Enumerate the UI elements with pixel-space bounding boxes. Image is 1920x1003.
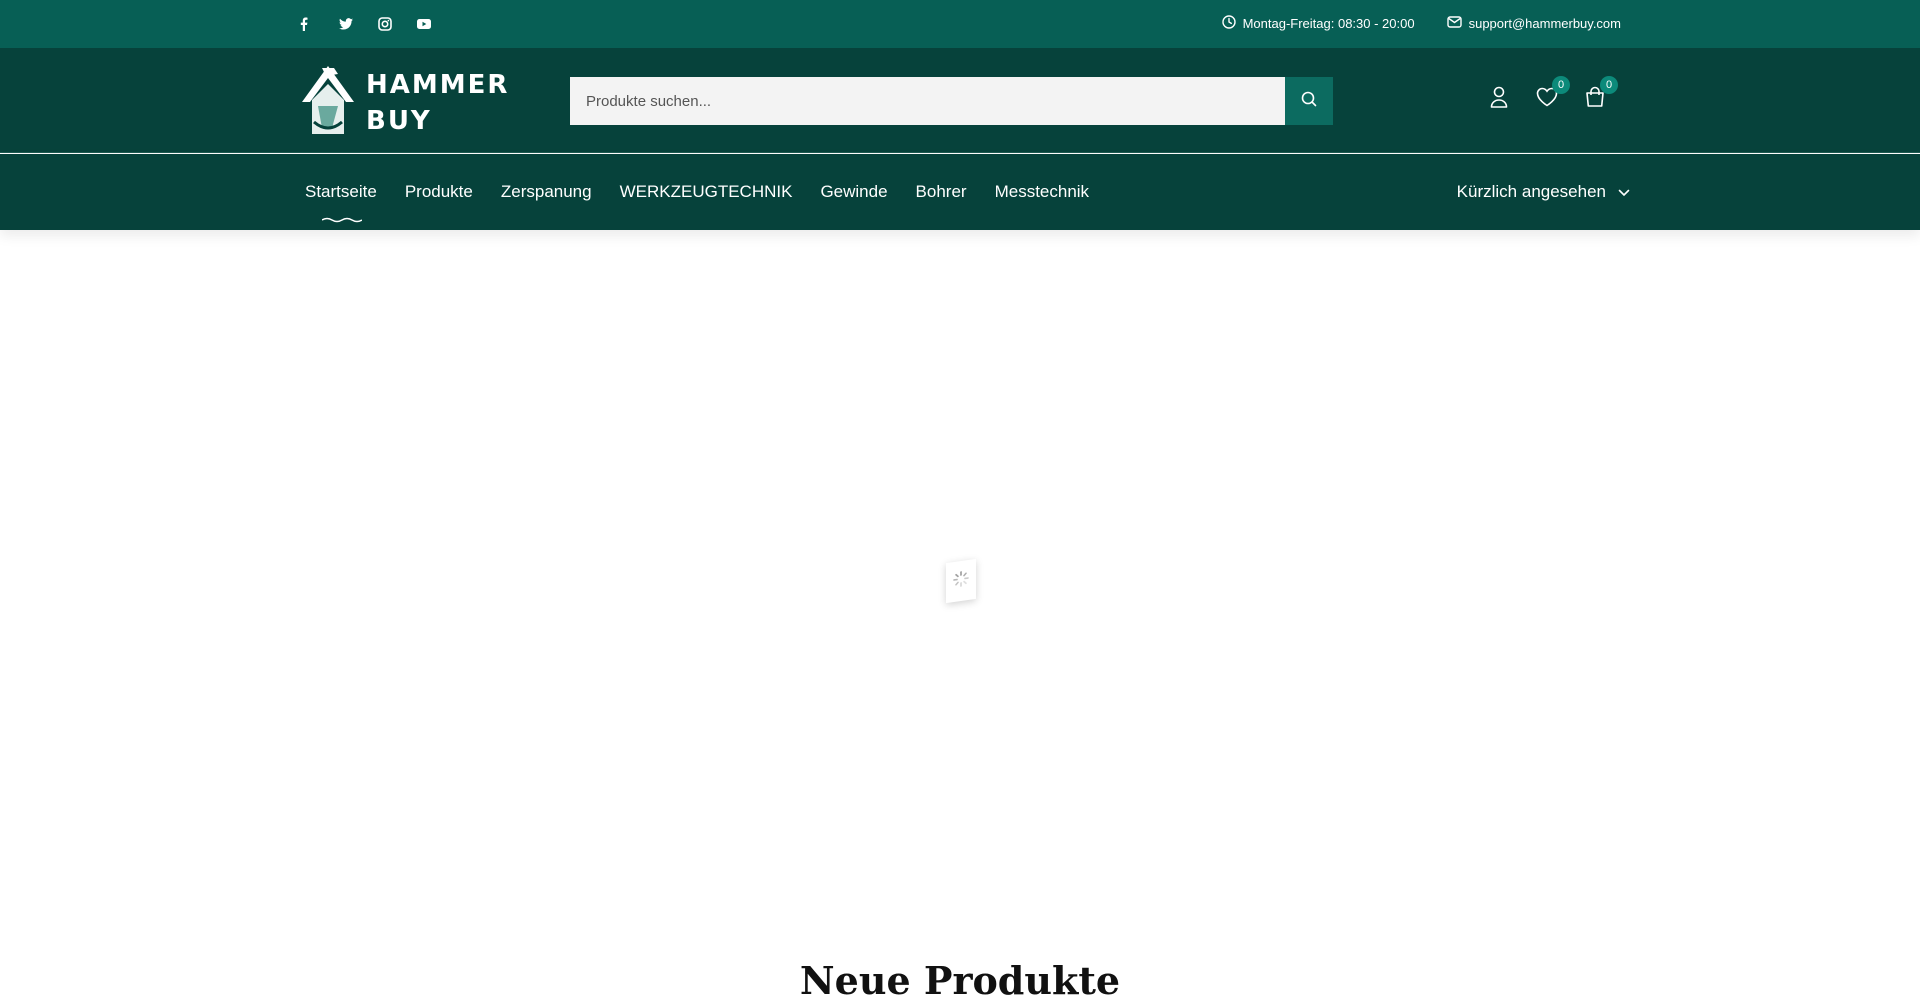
contact-info: Montag-Freitag: 08:30 - 20:00 support@ha… xyxy=(1190,15,1621,32)
opening-hours-text: Montag-Freitag: 08:30 - 20:00 xyxy=(1243,16,1415,31)
mail-icon xyxy=(1447,16,1462,31)
search-button[interactable] xyxy=(1285,77,1333,125)
nav-item-werkzeugtechnik[interactable]: WERKZEUGTECHNIK xyxy=(620,182,793,202)
loading-spinner xyxy=(946,559,976,603)
nav-menu: Startseite Produkte Zerspanung WERKZEUGT… xyxy=(305,182,1117,202)
wishlist-button[interactable]: 0 xyxy=(1534,86,1560,112)
nav-item-gewinde[interactable]: Gewinde xyxy=(820,182,887,202)
support-email-text[interactable]: support@hammerbuy.com xyxy=(1469,16,1621,31)
spinner-icon xyxy=(953,569,969,592)
search-icon xyxy=(1301,91,1317,112)
hammer-house-logo-icon xyxy=(298,62,358,143)
clock-icon xyxy=(1222,15,1236,32)
nav-item-startseite[interactable]: Startseite xyxy=(305,182,377,202)
social-links xyxy=(300,14,456,34)
instagram-icon[interactable] xyxy=(378,14,417,34)
wishlist-count-badge: 0 xyxy=(1552,76,1570,94)
main-navigation: Startseite Produkte Zerspanung WERKZEUGT… xyxy=(0,154,1920,230)
top-bar: Montag-Freitag: 08:30 - 20:00 support@ha… xyxy=(0,0,1920,48)
nav-item-label: Produkte xyxy=(405,182,473,201)
nav-item-bohrer[interactable]: Bohrer xyxy=(916,182,967,202)
nav-item-label: WERKZEUGTECHNIK xyxy=(620,182,793,201)
cart-count-badge: 0 xyxy=(1600,76,1618,94)
search-input[interactable] xyxy=(570,77,1285,125)
nav-item-messtechnik[interactable]: Messtechnik xyxy=(995,182,1089,202)
opening-hours: Montag-Freitag: 08:30 - 20:00 xyxy=(1222,15,1415,32)
active-indicator-wave xyxy=(322,208,362,228)
chevron-down-icon xyxy=(1618,182,1630,202)
twitter-icon[interactable] xyxy=(339,14,378,34)
logo-line-2: BUY xyxy=(366,103,509,139)
nav-item-produkte[interactable]: Produkte xyxy=(405,182,473,202)
new-products-heading: Neue Produkte xyxy=(0,958,1920,1003)
main-header: HAMMER BUY 0 0 xyxy=(0,48,1920,153)
nav-item-label: Messtechnik xyxy=(995,182,1089,201)
header-actions: 0 0 xyxy=(1486,86,1608,112)
search-bar xyxy=(570,77,1333,125)
account-button[interactable] xyxy=(1486,86,1512,112)
logo[interactable]: HAMMER BUY xyxy=(298,62,509,143)
nav-item-label: Startseite xyxy=(305,182,377,201)
nav-item-label: Zerspanung xyxy=(501,182,592,201)
nav-item-label: Gewinde xyxy=(820,182,887,201)
logo-text: HAMMER BUY xyxy=(366,67,509,139)
support-email[interactable]: support@hammerbuy.com xyxy=(1447,16,1621,31)
recently-viewed-dropdown[interactable]: Kürzlich angesehen xyxy=(1457,182,1630,202)
youtube-icon[interactable] xyxy=(417,14,456,34)
logo-line-1: HAMMER xyxy=(366,67,509,103)
facebook-icon[interactable] xyxy=(300,14,339,34)
cart-button[interactable]: 0 xyxy=(1582,86,1608,112)
user-icon xyxy=(1490,86,1508,113)
recently-viewed-label: Kürzlich angesehen xyxy=(1457,182,1606,202)
nav-item-zerspanung[interactable]: Zerspanung xyxy=(501,182,592,202)
nav-item-label: Bohrer xyxy=(916,182,967,201)
